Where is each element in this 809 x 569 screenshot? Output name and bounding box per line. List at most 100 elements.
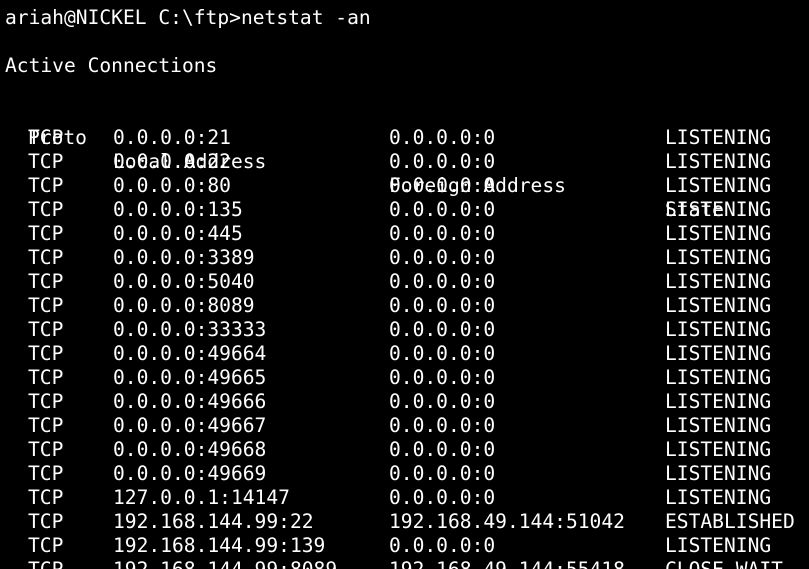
cell-foreign-address: 0.0.0.0:0 — [389, 294, 496, 317]
cell-proto: TCP — [28, 462, 64, 485]
terminal-window[interactable]: ariah@NICKEL C:\ftp>netstat -an Active C… — [0, 0, 809, 569]
command-line: ariah@NICKEL C:\ftp>netstat -an — [5, 6, 371, 30]
cell-state: LISTENING — [665, 342, 772, 365]
cell-proto: TCP — [28, 126, 64, 149]
cell-local-address: 0.0.0.0:8089 — [113, 294, 255, 317]
cell-local-address: 192.168.144.99:22 — [113, 510, 314, 533]
cell-local-address: 0.0.0.0:49665 — [113, 366, 267, 389]
cell-state: ESTABLISHED — [665, 510, 795, 533]
cell-state: LISTENING — [665, 366, 772, 389]
cell-foreign-address: 0.0.0.0:0 — [389, 270, 496, 293]
table-row: TCP 0.0.0.0:49669 0.0.0.0:0 LISTENING — [0, 462, 809, 486]
cell-local-address: 0.0.0.0:22 — [113, 150, 231, 173]
cell-state: LISTENING — [665, 294, 772, 317]
table-row: TCP 0.0.0.0:49666 0.0.0.0:0 LISTENING — [0, 390, 809, 414]
cell-proto: TCP — [28, 246, 64, 269]
cell-local-address: 0.0.0.0:49664 — [113, 342, 267, 365]
cell-state: LISTENING — [665, 414, 772, 437]
cell-proto: TCP — [28, 438, 64, 461]
cell-foreign-address: 0.0.0.0:0 — [389, 318, 496, 341]
cell-proto: TCP — [28, 294, 64, 317]
cell-proto: TCP — [28, 150, 64, 173]
table-row: TCP 0.0.0.0:80 0.0.0.0:0 LISTENING — [0, 174, 809, 198]
cell-local-address: 0.0.0.0:33333 — [113, 318, 267, 341]
cell-state: LISTENING — [665, 198, 772, 221]
cell-local-address: 0.0.0.0:3389 — [113, 246, 255, 269]
cell-proto: TCP — [28, 174, 64, 197]
table-row: TCP 127.0.0.1:14147 0.0.0.0:0 LISTENING — [0, 486, 809, 510]
table-row: TCP 192.168.144.99:139 0.0.0.0:0 LISTENING — [0, 534, 809, 558]
cell-local-address: 192.168.144.99:8089 — [113, 558, 337, 569]
table-row: TCP 192.168.144.99:22 192.168.49.144:51042… — [0, 510, 809, 534]
table-row: TCP 0.0.0.0:49664 0.0.0.0:0 LISTENING — [0, 342, 809, 366]
cell-state: LISTENING — [665, 270, 772, 293]
cell-local-address: 192.168.144.99:139 — [113, 534, 326, 557]
cell-foreign-address: 0.0.0.0:0 — [389, 486, 496, 509]
table-row: TCP 0.0.0.0:21 0.0.0.0:0 LISTENING — [0, 126, 809, 150]
cell-local-address: 0.0.0.0:49667 — [113, 414, 267, 437]
cell-state: LISTENING — [665, 126, 772, 149]
cell-foreign-address: 0.0.0.0:0 — [389, 246, 496, 269]
cell-state: CLOSE_WAIT — [665, 558, 783, 569]
cell-proto: TCP — [28, 222, 64, 245]
cell-foreign-address: 0.0.0.0:0 — [389, 126, 496, 149]
cell-state: LISTENING — [665, 174, 772, 197]
table-row: TCP 0.0.0.0:22 0.0.0.0:0 LISTENING — [0, 150, 809, 174]
cell-local-address: 0.0.0.0:49669 — [113, 462, 267, 485]
section-title: Active Connections — [5, 54, 218, 77]
table-row: TCP 0.0.0.0:445 0.0.0.0:0 LISTENING — [0, 222, 809, 246]
cell-state: LISTENING — [665, 318, 772, 341]
table-row: TCP 192.168.144.99:8089 192.168.49.144:554… — [0, 558, 809, 569]
cell-state: LISTENING — [665, 438, 772, 461]
cell-foreign-address: 0.0.0.0:0 — [389, 462, 496, 485]
cell-foreign-address: 192.168.49.144:51042 — [389, 510, 625, 533]
cell-proto: TCP — [28, 486, 64, 509]
cell-proto: TCP — [28, 534, 64, 557]
cell-state: LISTENING — [665, 390, 772, 413]
cell-foreign-address: 0.0.0.0:0 — [389, 342, 496, 365]
cell-foreign-address: 0.0.0.0:0 — [389, 174, 496, 197]
cell-local-address: 127.0.0.1:14147 — [113, 486, 290, 509]
cell-local-address: 0.0.0.0:49668 — [113, 438, 267, 461]
cell-local-address: 0.0.0.0:445 — [113, 222, 243, 245]
cell-proto: TCP — [28, 366, 64, 389]
cell-state: LISTENING — [665, 534, 772, 557]
cell-foreign-address: 0.0.0.0:0 — [389, 390, 496, 413]
cell-foreign-address: 0.0.0.0:0 — [389, 150, 496, 173]
cell-foreign-address: 0.0.0.0:0 — [389, 366, 496, 389]
prompt: ariah@NICKEL C:\ftp> — [5, 6, 241, 29]
cell-state: LISTENING — [665, 462, 772, 485]
cell-proto: TCP — [28, 198, 64, 221]
cell-foreign-address: 0.0.0.0:0 — [389, 438, 496, 461]
cell-foreign-address: 0.0.0.0:0 — [389, 414, 496, 437]
cell-local-address: 0.0.0.0:80 — [113, 174, 231, 197]
cell-foreign-address: 0.0.0.0:0 — [389, 222, 496, 245]
cell-state: LISTENING — [665, 246, 772, 269]
cell-foreign-address: 0.0.0.0:0 — [389, 534, 496, 557]
table-row: TCP 0.0.0.0:3389 0.0.0.0:0 LISTENING — [0, 246, 809, 270]
cell-local-address: 0.0.0.0:135 — [113, 198, 243, 221]
cell-local-address: 0.0.0.0:5040 — [113, 270, 255, 293]
table-header: Proto Local Address Foreign Address Stat… — [0, 102, 809, 221]
cell-proto: TCP — [28, 342, 64, 365]
table-row: TCP 0.0.0.0:49665 0.0.0.0:0 LISTENING — [0, 366, 809, 390]
cell-proto: TCP — [28, 270, 64, 293]
cell-state: LISTENING — [665, 486, 772, 509]
table-row: TCP 0.0.0.0:33333 0.0.0.0:0 LISTENING — [0, 318, 809, 342]
table-row: TCP 0.0.0.0:5040 0.0.0.0:0 LISTENING — [0, 270, 809, 294]
cell-proto: TCP — [28, 558, 63, 569]
cell-foreign-address: 192.168.49.144:55418 — [389, 558, 625, 569]
cell-foreign-address: 0.0.0.0:0 — [389, 198, 496, 221]
table-row: TCP 0.0.0.0:8089 0.0.0.0:0 LISTENING — [0, 294, 809, 318]
table-row: TCP 0.0.0.0:49667 0.0.0.0:0 LISTENING — [0, 414, 809, 438]
cell-proto: TCP — [28, 414, 64, 437]
cell-state: LISTENING — [665, 150, 772, 173]
table-row: TCP 0.0.0.0:49668 0.0.0.0:0 LISTENING — [0, 438, 809, 462]
table-row: TCP 0.0.0.0:135 0.0.0.0:0 LISTENING — [0, 198, 809, 222]
cell-state: LISTENING — [665, 222, 772, 245]
cell-proto: TCP — [28, 318, 64, 341]
command-text: netstat -an — [240, 6, 371, 29]
cell-proto: TCP — [28, 510, 64, 533]
cell-local-address: 0.0.0.0:21 — [113, 126, 231, 149]
cell-local-address: 0.0.0.0:49666 — [113, 390, 267, 413]
